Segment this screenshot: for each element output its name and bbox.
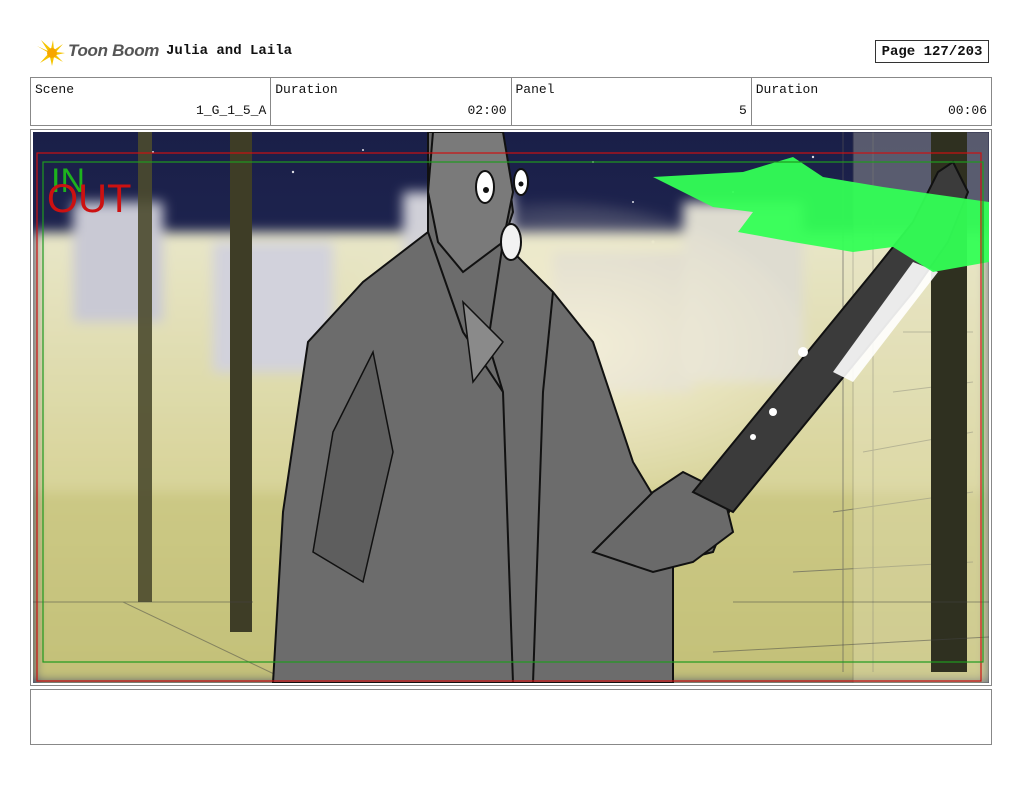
- scene-cell: Scene 1_G_1_5_A: [31, 78, 272, 125]
- panel-notes-box: [30, 689, 992, 745]
- logo-wordmark: Toon Boom: [68, 41, 160, 60]
- scene-value: 1_G_1_5_A: [196, 103, 267, 118]
- out-label: OUT: [47, 177, 131, 221]
- scene-duration-cell: Duration 02:00: [271, 78, 512, 125]
- panel-duration-label: Duration: [755, 82, 819, 97]
- project-title: Julia and Laila: [166, 43, 293, 59]
- panel-duration-value: 00:06: [947, 103, 987, 118]
- storyboard-panel-image: IN OUT: [33, 132, 989, 683]
- panel-value: 5: [738, 103, 747, 118]
- scene-duration-value: 02:00: [467, 103, 507, 118]
- scene-duration-label: Duration: [275, 82, 338, 97]
- panel-duration-cell: Duration 00:06: [752, 78, 991, 125]
- panel-label: Panel: [515, 82, 555, 97]
- page-indicator: Page 127/203: [875, 40, 989, 63]
- panel-info-row: Scene 1_G_1_5_A Duration 02:00 Panel 5 D…: [30, 77, 992, 126]
- panel-cell: Panel 5: [512, 78, 752, 125]
- scene-label: Scene: [35, 82, 75, 97]
